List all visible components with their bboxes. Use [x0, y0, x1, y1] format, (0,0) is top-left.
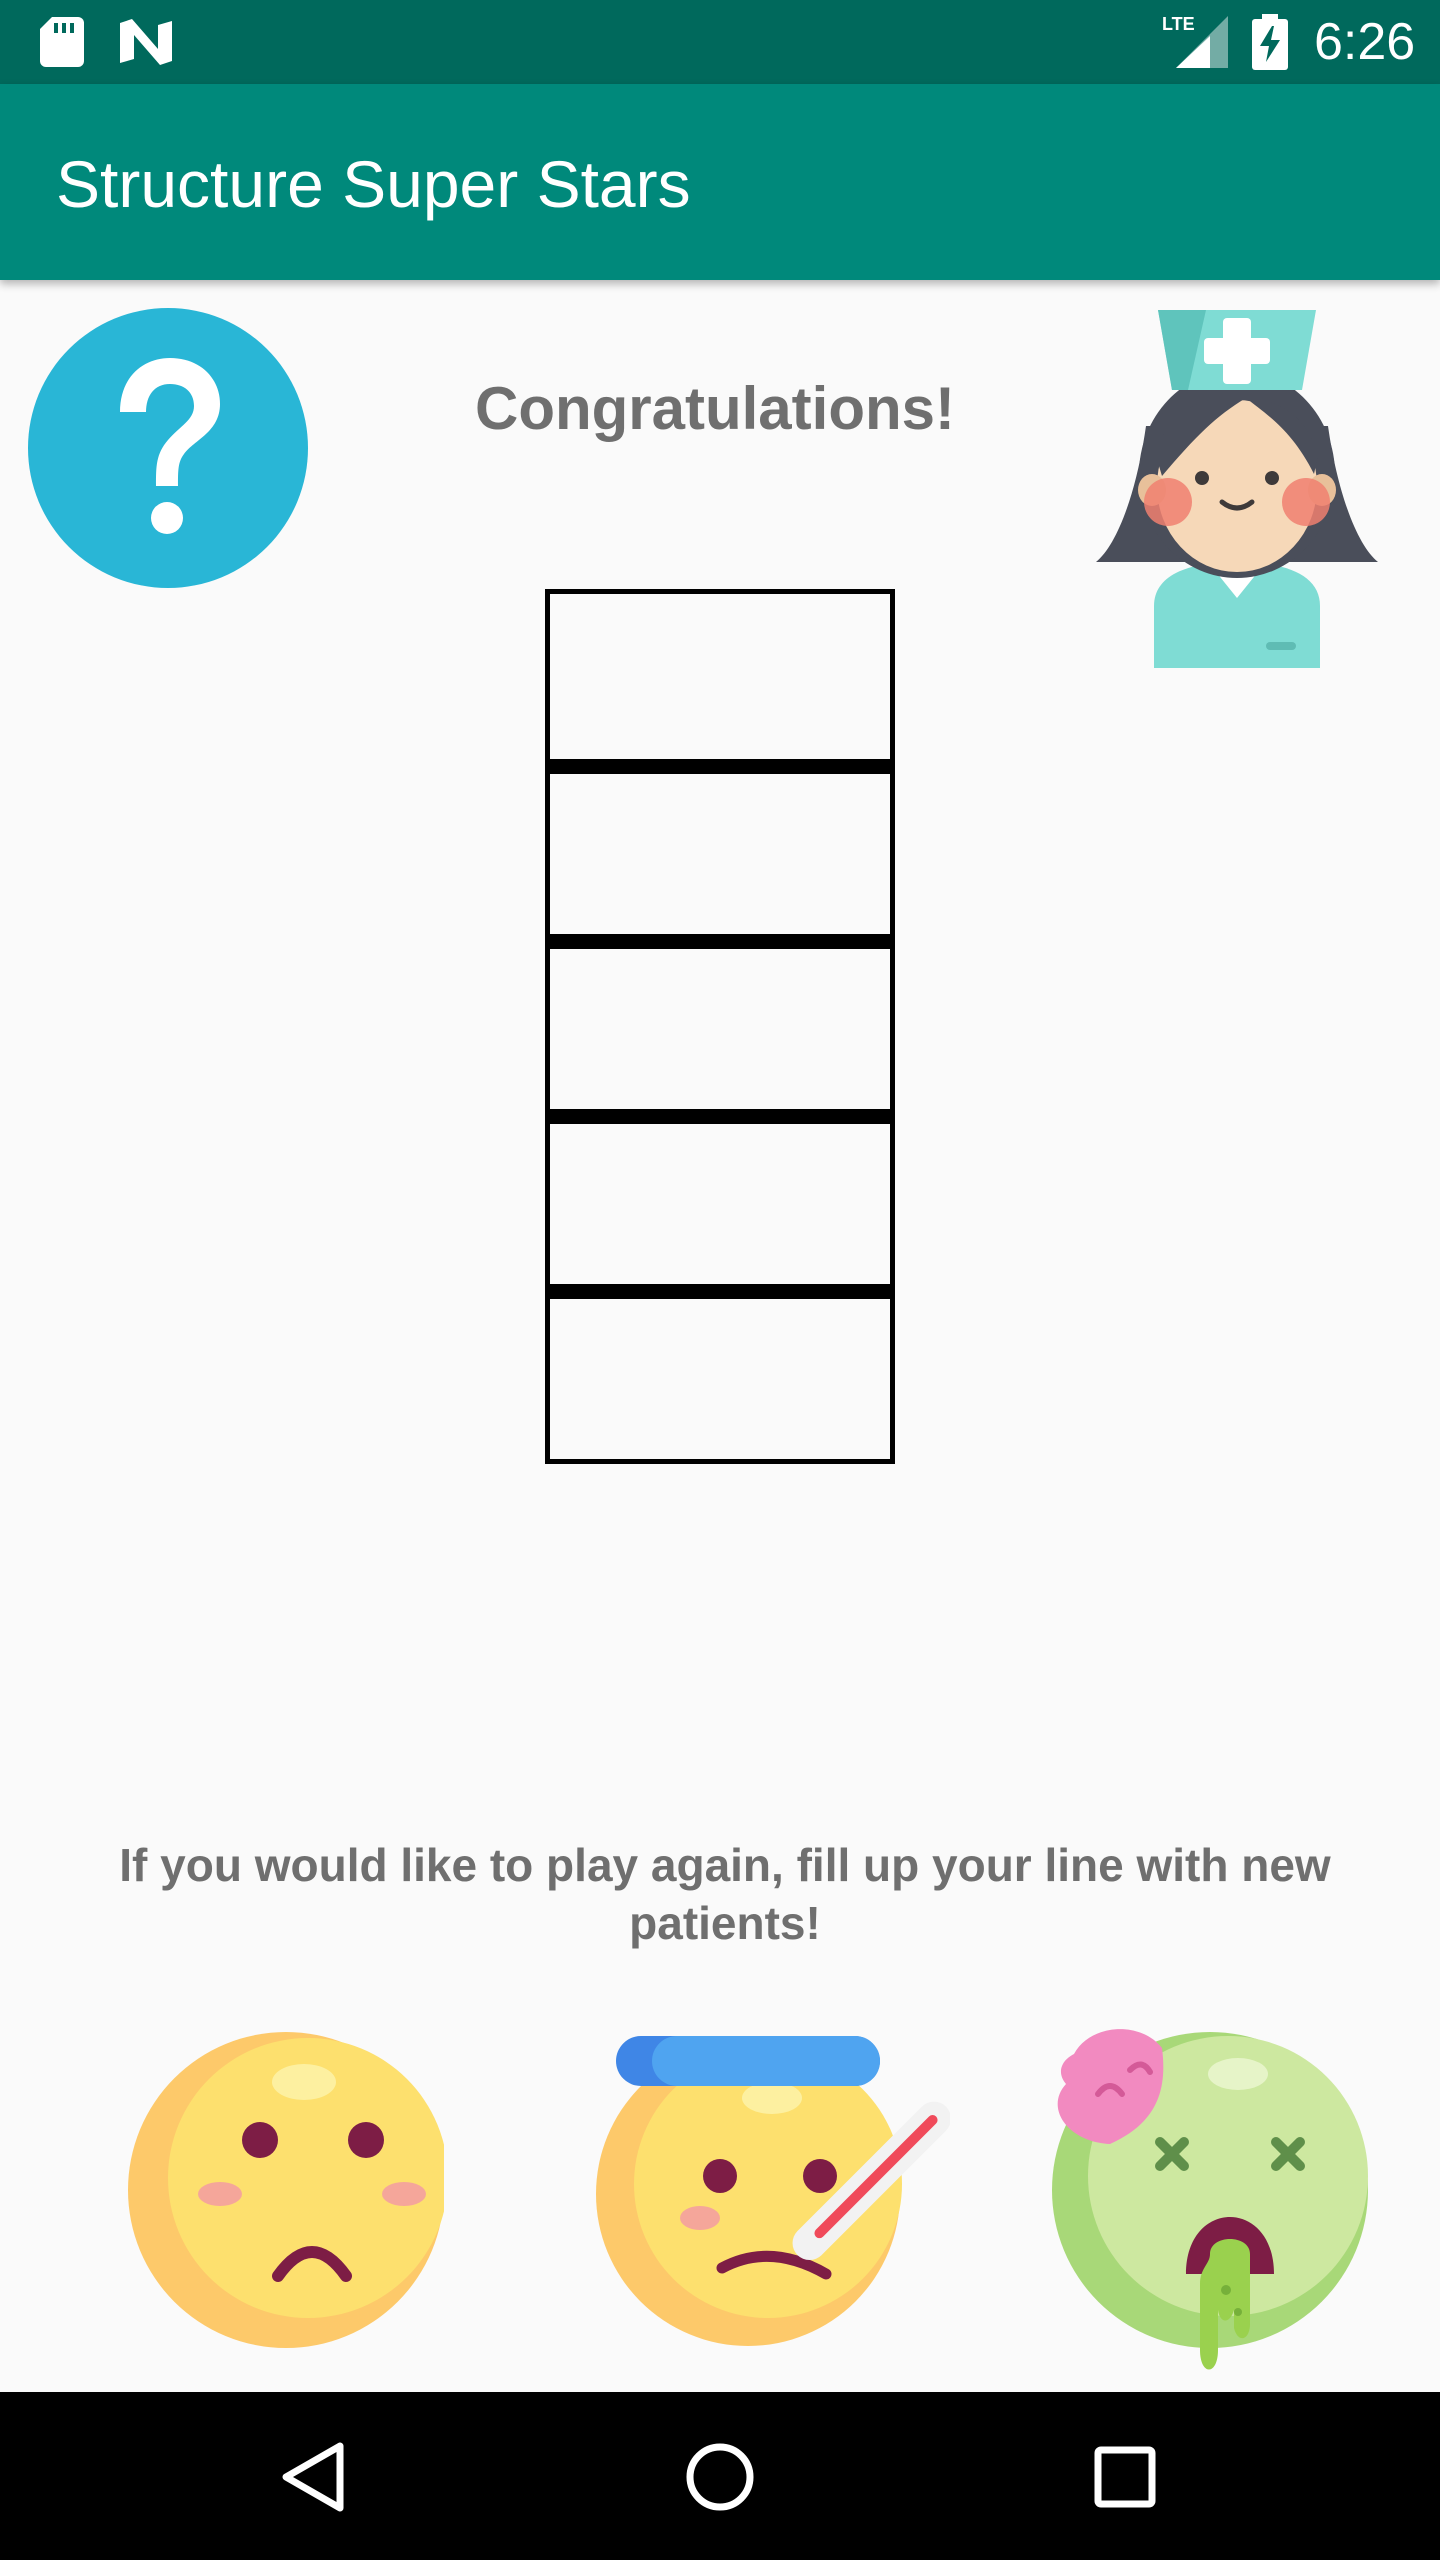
patient-slot[interactable]	[545, 1114, 895, 1289]
battery-charging-icon	[1252, 14, 1288, 70]
question-mark-icon[interactable]	[28, 308, 308, 588]
status-bar: LTE 6:26	[0, 0, 1440, 84]
app-title: Structure Super Stars	[56, 147, 691, 221]
recents-icon[interactable]	[1080, 2432, 1170, 2522]
app-bar: Structure Super Stars	[0, 84, 1440, 280]
zombie-face-icon[interactable]	[1050, 2024, 1380, 2376]
play-again-instructions: If you would like to play again, fill up…	[119, 1839, 1331, 1949]
patient-slot[interactable]	[545, 1289, 895, 1464]
patient-slot[interactable]	[545, 764, 895, 939]
patient-slot[interactable]	[545, 589, 895, 764]
home-icon[interactable]	[675, 2432, 765, 2522]
fever-face-icon[interactable]	[596, 2028, 950, 2348]
nurse-icon	[1096, 310, 1378, 668]
network-type-label: LTE	[1162, 14, 1195, 34]
patient-line	[545, 589, 895, 1464]
status-clock: 6:26	[1314, 13, 1416, 71]
n-notification-icon	[120, 19, 172, 65]
game-over-screen: Congratulations! If you would like to pl…	[0, 280, 1440, 2392]
sd-card-icon	[40, 17, 84, 67]
patient-slot[interactable]	[545, 939, 895, 1114]
sad-face-icon[interactable]	[128, 2032, 444, 2348]
navigation-bar	[0, 2392, 1440, 2560]
back-icon[interactable]	[270, 2432, 360, 2522]
lte-signal-icon: LTE	[1162, 14, 1228, 68]
